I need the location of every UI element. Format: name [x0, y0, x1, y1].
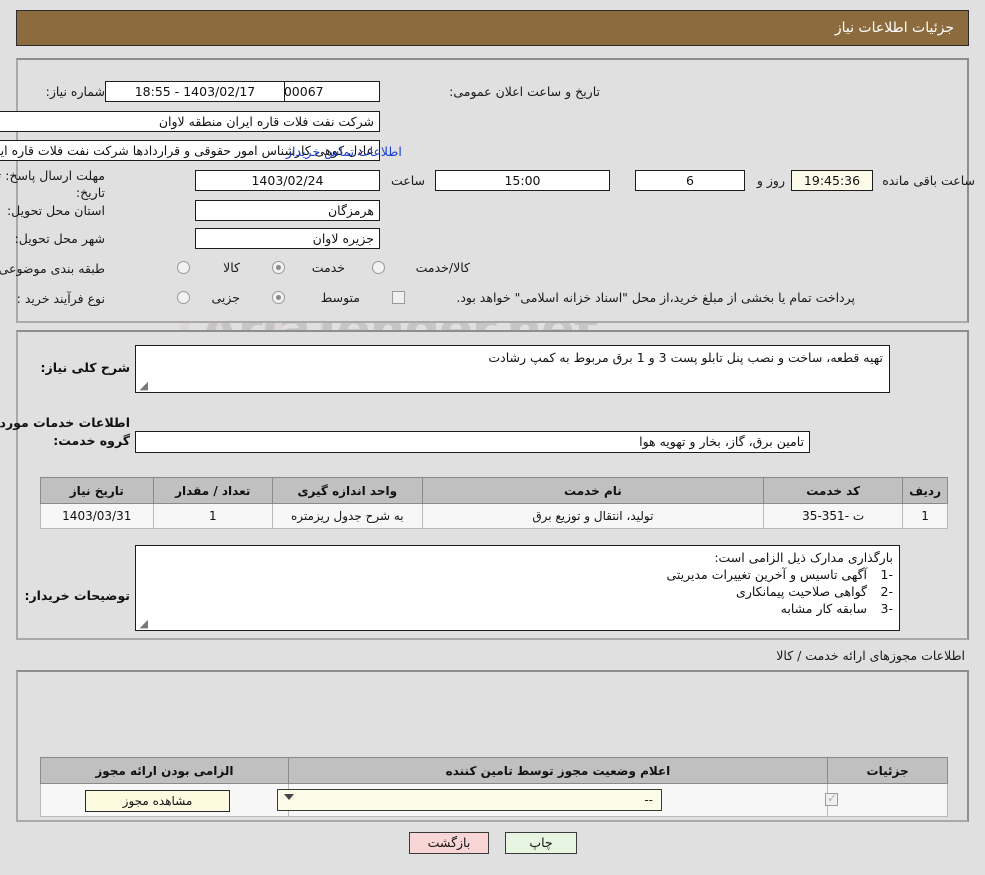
buyer-notes-label: توضیحات خریدار:: [24, 588, 130, 603]
services-cell-unit: به شرح جدول ریزمتره: [272, 503, 423, 529]
back-button[interactable]: بازگشت: [409, 832, 489, 854]
page-root: AriaTender.net جزئیات اطلاعات نیاز شماره…: [0, 0, 985, 875]
services-col-quantity: تعداد / مقدار: [152, 477, 274, 504]
services-cell-name: تولید، انتقال و توزیع برق: [421, 503, 765, 529]
permits-cell-details: [827, 783, 948, 817]
remaining-clock-field: 19:45:36: [791, 170, 873, 191]
category-radio-kala[interactable]: [177, 261, 190, 274]
permit-required-checkbox[interactable]: [825, 791, 838, 806]
process-option-label-0: جزیی: [211, 290, 240, 305]
services-col-name: نام خدمت: [421, 477, 765, 504]
view-permit-button[interactable]: مشاهده مجوز: [85, 790, 230, 812]
resize-grip-icon[interactable]: ◢: [138, 380, 148, 391]
services-col-code: کد خدمت: [763, 477, 904, 504]
buyer-note-num-1: 1-: [880, 567, 893, 582]
need-number-label: شماره نیاز:: [45, 84, 105, 99]
category-option-label-2: کالا/خدمت: [415, 260, 470, 275]
permit-status-value: --: [644, 793, 653, 807]
buyer-note-num-3: 3-: [880, 601, 893, 616]
services-cell-quantity: 1: [152, 503, 274, 529]
city-label: شهر محل تحویل:: [14, 231, 105, 246]
deadline-time-label: ساعت: [390, 173, 425, 188]
list-item: 1- آگهی تاسیس و آخرین تغییرات مدیریتی: [142, 566, 893, 583]
resize-grip-icon[interactable]: ◢: [138, 618, 148, 629]
services-cell-date: 1403/03/31: [40, 503, 154, 529]
list-item: 3- سابقه کار مشابه: [142, 600, 893, 617]
services-cell-row: 1: [902, 503, 948, 529]
category-label: طبقه بندی موضوعی:: [0, 261, 105, 276]
public-announce-label: تاریخ و ساعت اعلان عمومی:: [449, 84, 600, 99]
process-label: نوع فرآیند خرید :: [16, 291, 105, 306]
process-radio-jozei[interactable]: [177, 291, 190, 304]
buyer-contact-link[interactable]: اطلاعات تماس خریدار: [286, 144, 402, 159]
buyer-notes-textarea[interactable]: بارگذاری مدارک ذیل الزامی است: 1- آگهی ت…: [135, 545, 900, 631]
general-desc-textarea[interactable]: تهیه قطعه، ساخت و نصب پنل تابلو پست 3 و …: [135, 345, 890, 393]
permits-col-required: الزامی بودن ارائه مجوز: [40, 757, 289, 784]
permits-col-status: اعلام وضعیت مجوز توسط تامین کننده: [287, 757, 829, 784]
category-option-label-1: خدمت: [311, 260, 345, 275]
buyer-note-text-1: آگهی تاسیس و آخرین تغییرات مدیریتی: [666, 567, 868, 582]
buyer-note-num-2: 2-: [880, 584, 893, 599]
buyer-org-field: شرکت نفت فلات قاره ایران منطقه لاوان: [0, 111, 380, 132]
table-row: 1 ت -351-35 تولید، انتقال و توزیع برق به…: [40, 503, 948, 529]
deadline-date-field: 1403/02/24: [195, 170, 380, 191]
services-col-row: ردیف: [902, 477, 948, 504]
deadline-time-field: 15:00: [435, 170, 610, 191]
treasury-bond-checkbox[interactable]: [392, 291, 405, 304]
services-col-unit: واحد اندازه گیری: [272, 477, 423, 504]
buyer-note-text-2: گواهی صلاحیت پیمانکاری: [736, 584, 868, 599]
chevron-down-icon: [284, 794, 294, 800]
province-label: استان محل تحویل:: [6, 203, 105, 218]
category-option-label-0: کالا: [223, 260, 240, 275]
permits-table-header-row: جزئیات اعلام وضعیت مجوز توسط تامین کننده…: [40, 757, 948, 784]
remaining-days-label: روز و: [756, 173, 785, 188]
process-radio-motevasset[interactable]: [272, 291, 285, 304]
deadline-label-line2: تاریخ:: [75, 185, 105, 200]
city-field: جزیره لاوان: [195, 228, 380, 249]
category-radio-kala-khedmat[interactable]: [372, 261, 385, 274]
buyer-notes-intro: بارگذاری مدارک ذیل الزامی است:: [714, 550, 893, 565]
general-desc-value: تهیه قطعه، ساخت و نصب پنل تابلو پست 3 و …: [488, 350, 883, 365]
province-field: هرمزگان: [195, 200, 380, 221]
page-title: جزئیات اطلاعات نیاز: [834, 20, 954, 36]
services-table: ردیف کد خدمت نام خدمت واحد اندازه گیری ت…: [40, 477, 948, 529]
remaining-suffix-label: ساعت باقی مانده: [882, 173, 975, 188]
service-group-label: گروه خدمت:: [53, 433, 130, 448]
print-button[interactable]: چاپ: [505, 832, 577, 854]
permit-status-dropdown[interactable]: --: [277, 789, 662, 811]
process-option-label-1: متوسط: [320, 290, 360, 305]
permits-caption: اطلاعات مجوزهای ارائه خدمت / کالا: [776, 648, 965, 663]
services-col-date: تاریخ نیاز: [40, 477, 154, 504]
remaining-days-field: 6: [635, 170, 745, 191]
deadline-label-line1: مهلت ارسال پاسخ: تا: [0, 168, 105, 183]
services-table-header-row: ردیف کد خدمت نام خدمت واحد اندازه گیری ت…: [40, 477, 948, 504]
category-radio-khedmat[interactable]: [272, 261, 285, 274]
services-section-title: اطلاعات خدمات مورد نیاز: [0, 415, 130, 430]
list-item: 2- گواهی صلاحیت پیمانکاری: [142, 583, 893, 600]
page-header: جزئیات اطلاعات نیاز: [16, 10, 969, 46]
services-cell-code: ت -351-35: [763, 503, 904, 529]
permits-col-details: جزئیات: [827, 757, 948, 784]
treasury-bond-text: پرداخت تمام یا بخشی از مبلغ خرید،از محل …: [456, 290, 855, 305]
general-desc-label: شرح کلی نیاز:: [40, 360, 130, 375]
service-group-field: تامین برق، گاز، بخار و تهویه هوا: [135, 431, 810, 453]
buyer-note-text-3: سابقه کار مشابه: [780, 601, 868, 616]
public-announce-field: 1403/02/17 - 18:55: [105, 81, 285, 102]
